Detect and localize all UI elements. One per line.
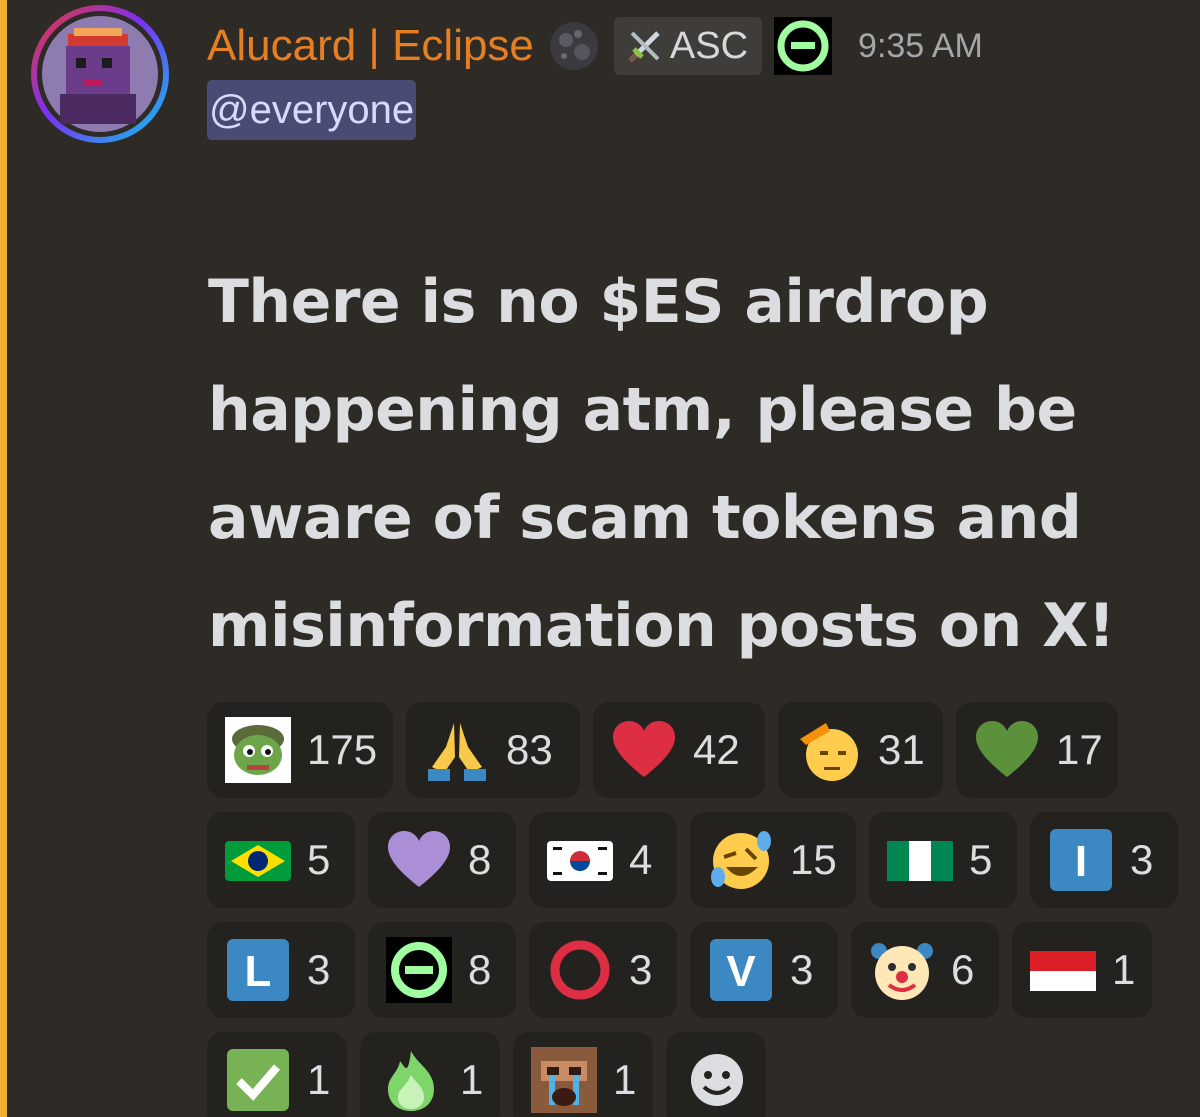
letter-i-glyph: I bbox=[1075, 837, 1087, 886]
pepe-soldier-emoji bbox=[225, 717, 291, 783]
reaction-count: 1 bbox=[307, 1056, 331, 1103]
reaction-eclipse-logo[interactable]: 8 bbox=[368, 922, 516, 1018]
reaction-letter-l[interactable]: L 3 bbox=[207, 922, 355, 1018]
reaction-hollow-red-circle[interactable]: 3 bbox=[529, 922, 677, 1018]
role-tag-label: ASC bbox=[669, 24, 749, 67]
reaction-count: 15 bbox=[790, 836, 837, 883]
message-header: Alucard | Eclipse ASC 9:35 AM bbox=[207, 17, 983, 75]
everyone-mention[interactable]: @everyone bbox=[207, 80, 417, 140]
flag-brazil-emoji bbox=[225, 827, 291, 893]
crying-man-emoji bbox=[531, 1047, 597, 1113]
author-avatar[interactable] bbox=[30, 4, 170, 144]
add-reaction-icon bbox=[684, 1047, 750, 1113]
check-mark-button-emoji bbox=[225, 1047, 291, 1113]
reaction-count: 1 bbox=[460, 1056, 484, 1103]
reaction-count: 31 bbox=[878, 726, 925, 773]
reaction-count: 42 bbox=[693, 726, 740, 773]
dark-moon-globe-icon bbox=[548, 20, 600, 72]
reaction-saluting-face[interactable]: 31 bbox=[778, 702, 943, 798]
reaction-red-heart[interactable]: 42 bbox=[593, 702, 765, 798]
reaction-count: 17 bbox=[1056, 726, 1103, 773]
red-heart-emoji bbox=[611, 717, 677, 783]
reaction-count: 175 bbox=[307, 726, 378, 773]
reaction-count: 1 bbox=[1112, 946, 1136, 993]
reaction-count: 8 bbox=[468, 836, 492, 883]
discord-message: Alucard | Eclipse ASC 9:35 AM @everyone … bbox=[0, 0, 1200, 1117]
reaction-folded-hands[interactable]: 83 bbox=[406, 702, 580, 798]
letter-v-glyph: V bbox=[726, 947, 756, 996]
hollow-red-circle-emoji bbox=[547, 937, 613, 1003]
rolling-laughing-emoji bbox=[708, 827, 774, 893]
green-fire-emoji bbox=[378, 1047, 444, 1113]
message-timestamp[interactable]: 9:35 AM bbox=[858, 27, 983, 66]
flag-nigeria-emoji bbox=[887, 827, 953, 893]
reaction-count: 1 bbox=[613, 1056, 637, 1103]
eclipse-logo-emoji bbox=[386, 937, 452, 1003]
reaction-count: 8 bbox=[468, 946, 492, 993]
author-name[interactable]: Alucard | Eclipse bbox=[207, 18, 534, 74]
reaction-count: 83 bbox=[506, 726, 553, 773]
letter-l-glyph: L bbox=[245, 947, 272, 996]
reaction-flag-nigeria[interactable]: 5 bbox=[869, 812, 1017, 908]
regional-letter-i-emoji: I bbox=[1048, 827, 1114, 893]
reaction-flag-south-korea[interactable]: 4 bbox=[529, 812, 677, 908]
regional-letter-l-emoji: L bbox=[225, 937, 291, 1003]
message-content: There is no $ES airdrop happening atm, p… bbox=[208, 267, 1115, 661]
role-tag[interactable]: ASC bbox=[613, 17, 763, 75]
reaction-count: 5 bbox=[307, 836, 331, 883]
clown-face-emoji bbox=[869, 937, 935, 1003]
add-reaction-button[interactable] bbox=[666, 1032, 766, 1117]
regional-letter-v-emoji: V bbox=[708, 937, 774, 1003]
reaction-green-fire[interactable]: 1 bbox=[360, 1032, 500, 1117]
saluting-face-emoji bbox=[796, 717, 862, 783]
reaction-count: 5 bbox=[969, 836, 993, 883]
reaction-count: 6 bbox=[951, 946, 975, 993]
reaction-green-heart[interactable]: 17 bbox=[956, 702, 1118, 798]
mention-highlight-bar bbox=[0, 0, 7, 1117]
reaction-letter-v[interactable]: V 3 bbox=[690, 922, 838, 1018]
reaction-pepe-soldier[interactable]: 175 bbox=[207, 702, 393, 798]
reaction-flag-indonesia[interactable]: 1 bbox=[1012, 922, 1152, 1018]
reaction-count: 3 bbox=[1130, 836, 1154, 883]
reaction-count: 3 bbox=[629, 946, 653, 993]
reaction-rolling-laughing[interactable]: 15 bbox=[690, 812, 856, 908]
reaction-check-mark[interactable]: 1 bbox=[207, 1032, 347, 1117]
flag-indonesia-emoji bbox=[1030, 937, 1096, 1003]
crossed-swords-icon bbox=[626, 27, 664, 65]
reaction-crying-man[interactable]: 1 bbox=[513, 1032, 653, 1117]
reaction-clown-face[interactable]: 6 bbox=[851, 922, 999, 1018]
reaction-letter-i[interactable]: I 3 bbox=[1030, 812, 1178, 908]
green-heart-emoji bbox=[974, 717, 1040, 783]
folded-hands-emoji bbox=[424, 717, 490, 783]
purple-heart-emoji bbox=[386, 827, 452, 893]
reaction-flag-brazil[interactable]: 5 bbox=[207, 812, 355, 908]
eclipse-logo-icon bbox=[774, 17, 833, 75]
reaction-count: 3 bbox=[790, 946, 814, 993]
reaction-count: 4 bbox=[629, 836, 653, 883]
reaction-purple-heart[interactable]: 8 bbox=[368, 812, 516, 908]
reaction-count: 3 bbox=[307, 946, 331, 993]
flag-south-korea-emoji bbox=[547, 827, 613, 893]
